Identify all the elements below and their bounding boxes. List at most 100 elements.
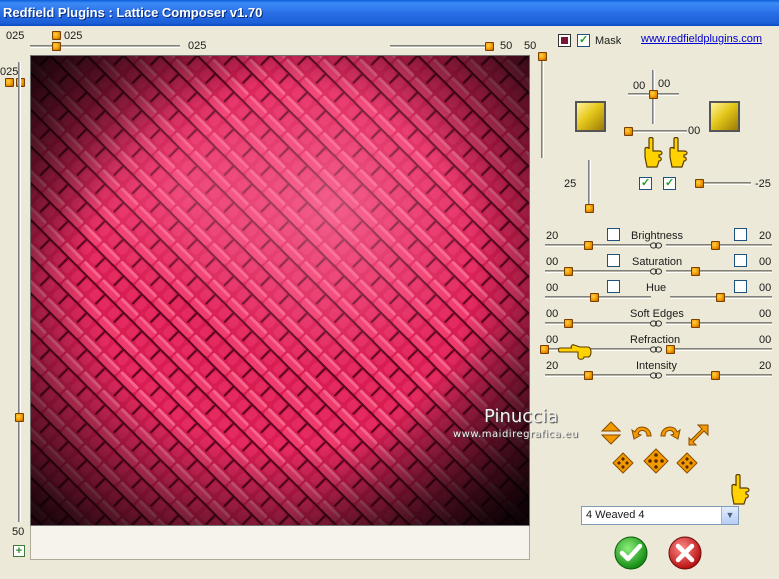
param-left-knob[interactable] [540, 345, 549, 354]
param-left-value: 00 [546, 256, 559, 268]
top-right-slider-track[interactable] [390, 45, 490, 48]
param-left-value: 00 [546, 308, 559, 320]
preview-footer-area [30, 526, 530, 560]
param-label: Saturation [632, 256, 683, 268]
param-left-checkbox[interactable] [607, 280, 620, 293]
param-left-knob[interactable] [564, 267, 573, 276]
param-right-knob[interactable] [666, 345, 675, 354]
light-bottom-knob[interactable] [624, 127, 633, 136]
expand-diagonal-icon[interactable] [686, 422, 712, 448]
rotate-left-icon[interactable] [629, 418, 655, 444]
flip-vertical-icon[interactable] [598, 420, 624, 446]
tile-medium-icon[interactable] [643, 448, 669, 474]
light-bottom-track[interactable] [627, 130, 687, 133]
top-mini-knob[interactable] [52, 31, 61, 40]
top-mini-value: 025 [64, 30, 83, 42]
link-chain-icon[interactable] [650, 320, 662, 327]
left-top-mini-knob[interactable] [5, 78, 14, 87]
window-title: Redfield Plugins : Lattice Composer v1.7… [3, 5, 263, 20]
param-left-track[interactable] [545, 270, 651, 273]
param-row-refraction: 00 Refraction 00 [540, 332, 779, 360]
param-right-value: 00 [759, 282, 772, 294]
param-right-knob[interactable] [711, 241, 720, 250]
angle-checkbox-1[interactable] [639, 176, 652, 190]
redfield-link[interactable]: www.redfieldplugins.com [641, 33, 762, 45]
left-v-slider-knob[interactable] [15, 413, 24, 422]
tile-large-icon[interactable] [676, 452, 698, 474]
top-h-slider-knob[interactable] [52, 42, 61, 51]
ok-button[interactable] [614, 536, 648, 570]
param-label: Soft Edges [630, 308, 684, 320]
cancel-button[interactable] [668, 536, 702, 570]
top-right-slider-value: 50 [500, 40, 513, 52]
param-left-knob[interactable] [590, 293, 599, 302]
rotate-right-icon[interactable] [657, 418, 683, 444]
param-left-knob[interactable] [584, 371, 593, 380]
expand-plus-icon[interactable]: + [13, 545, 25, 557]
right-v-slider-track[interactable] [541, 58, 544, 158]
param-right-knob[interactable] [691, 319, 700, 328]
param-right-knob[interactable] [691, 267, 700, 276]
angle-v-track[interactable] [588, 160, 591, 208]
watermark-name: Pinuccia [484, 406, 559, 427]
param-right-checkbox[interactable] [734, 228, 747, 241]
param-right-checkbox[interactable] [734, 254, 747, 267]
param-right-value: 00 [759, 334, 772, 346]
param-left-track[interactable] [545, 322, 651, 325]
angle-checkbox-2[interactable] [663, 176, 676, 190]
angle-h-track[interactable] [697, 182, 751, 185]
param-right-value: 20 [759, 360, 772, 372]
angle-left-value: 25 [564, 178, 577, 190]
tile-small-icon[interactable] [612, 452, 634, 474]
top-right-slider-knob[interactable] [485, 42, 494, 51]
param-right-checkbox[interactable] [734, 280, 747, 293]
param-row-intensity: 20 Intensity 20 [540, 358, 779, 384]
angle-h-knob[interactable] [695, 179, 704, 188]
param-left-track[interactable] [545, 244, 651, 247]
mask-checkbox[interactable] [577, 33, 590, 47]
preset-dropdown[interactable]: 4 Weaved 4 ▼ [581, 506, 739, 525]
pointing-hand-icon-3 [731, 474, 750, 505]
mask-color-swatch[interactable] [558, 34, 571, 47]
param-label: Intensity [636, 360, 677, 372]
param-left-track[interactable] [545, 374, 651, 377]
light-value-2: 00 [658, 78, 671, 90]
param-left-checkbox[interactable] [607, 228, 620, 241]
left-v-slider-track[interactable] [18, 62, 21, 522]
param-row-saturation: 00 Saturation 00 [540, 254, 779, 280]
angle-v-knob[interactable] [585, 204, 594, 213]
param-label: Hue [646, 282, 667, 294]
preview-image [30, 55, 530, 526]
param-right-value: 20 [759, 230, 772, 242]
chevron-down-icon[interactable]: ▼ [721, 507, 738, 524]
param-left-checkbox[interactable] [607, 254, 620, 267]
param-left-knob[interactable] [584, 241, 593, 250]
left-slider-top-value: 025 [0, 66, 19, 78]
top-left-value: 025 [6, 30, 25, 42]
color-swatch-right[interactable] [709, 101, 740, 132]
param-right-track[interactable] [666, 270, 772, 273]
param-right-value: 00 [759, 256, 772, 268]
param-right-knob[interactable] [716, 293, 725, 302]
link-chain-icon[interactable] [650, 268, 662, 275]
param-right-track[interactable] [666, 348, 772, 351]
angle-right-value: -25 [755, 178, 771, 190]
param-row-hue: 00 Hue 00 [540, 280, 779, 306]
param-left-value: 20 [546, 360, 559, 372]
param-left-knob[interactable] [564, 319, 573, 328]
top-h-slider-end: 025 [188, 40, 207, 52]
param-left-value: 20 [546, 230, 559, 242]
color-swatch-left[interactable] [575, 101, 606, 132]
param-right-value: 00 [759, 308, 772, 320]
link-chain-icon[interactable] [650, 242, 662, 249]
param-right-track[interactable] [666, 322, 772, 325]
light-direction-knob[interactable] [649, 90, 658, 99]
link-chain-icon[interactable] [650, 346, 662, 353]
light-value-1: 00 [633, 80, 646, 92]
light-value-3: 00 [688, 125, 701, 137]
link-chain-icon[interactable] [650, 372, 662, 379]
param-right-knob[interactable] [711, 371, 720, 380]
window-title-bar: Redfield Plugins : Lattice Composer v1.7… [0, 0, 779, 26]
param-left-value: 00 [546, 282, 559, 294]
right-v-slider-knob[interactable] [538, 52, 547, 61]
